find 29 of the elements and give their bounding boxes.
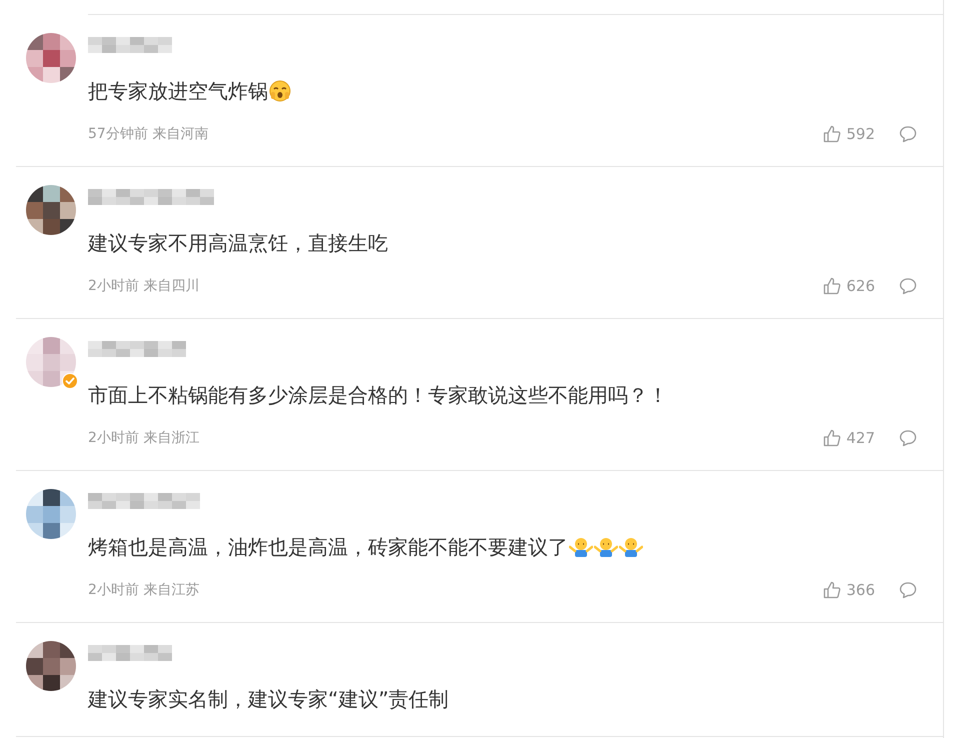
shrug-figure-icon bbox=[569, 536, 593, 558]
avatar[interactable] bbox=[26, 489, 76, 539]
comment-bubble-icon[interactable] bbox=[899, 581, 917, 599]
thumbs-up-icon bbox=[823, 125, 842, 143]
blurred-username[interactable] bbox=[88, 341, 188, 357]
avatar[interactable] bbox=[26, 185, 76, 235]
comment-text: 烤箱也是高温，油炸也是高温，砖家能不能不要建议了 bbox=[88, 534, 568, 560]
comment-time-location: 2小时前 来自江苏 bbox=[88, 581, 200, 599]
thumbs-up-icon bbox=[823, 581, 842, 599]
like-button[interactable]: 427 bbox=[823, 429, 875, 447]
comment-bubble-icon[interactable] bbox=[899, 277, 917, 295]
comment-time-location: 2小时前 来自浙江 bbox=[88, 429, 200, 447]
comment-time-location: 57分钟前 来自河南 bbox=[88, 125, 208, 143]
comment-text: 建议专家实名制，建议专家“建议”责任制 bbox=[88, 686, 449, 712]
comment-time-location: 2小时前 来自四川 bbox=[88, 277, 200, 295]
thumbs-up-icon bbox=[823, 277, 842, 295]
avatar[interactable] bbox=[26, 641, 76, 691]
comment-text: 把专家放进空气炸锅 bbox=[88, 78, 268, 104]
comment-text: 建议专家不用高温烹饪，直接生吃 bbox=[88, 230, 388, 256]
like-button[interactable]: 366 bbox=[823, 581, 875, 599]
comment-bubble-icon[interactable] bbox=[899, 125, 917, 143]
comment-text: 市面上不粘锅能有多少涂层是合格的！专家敢说这些不能用吗？！ bbox=[88, 382, 668, 408]
shrug-figure-icon bbox=[594, 536, 618, 558]
surprised-face-icon bbox=[269, 80, 291, 102]
thumbs-up-icon bbox=[823, 429, 842, 447]
shrug-figure-icon bbox=[619, 536, 643, 558]
like-button[interactable]: 626 bbox=[823, 277, 875, 295]
comment-bubble-icon[interactable] bbox=[899, 429, 917, 447]
like-button[interactable]: 592 bbox=[823, 125, 875, 143]
